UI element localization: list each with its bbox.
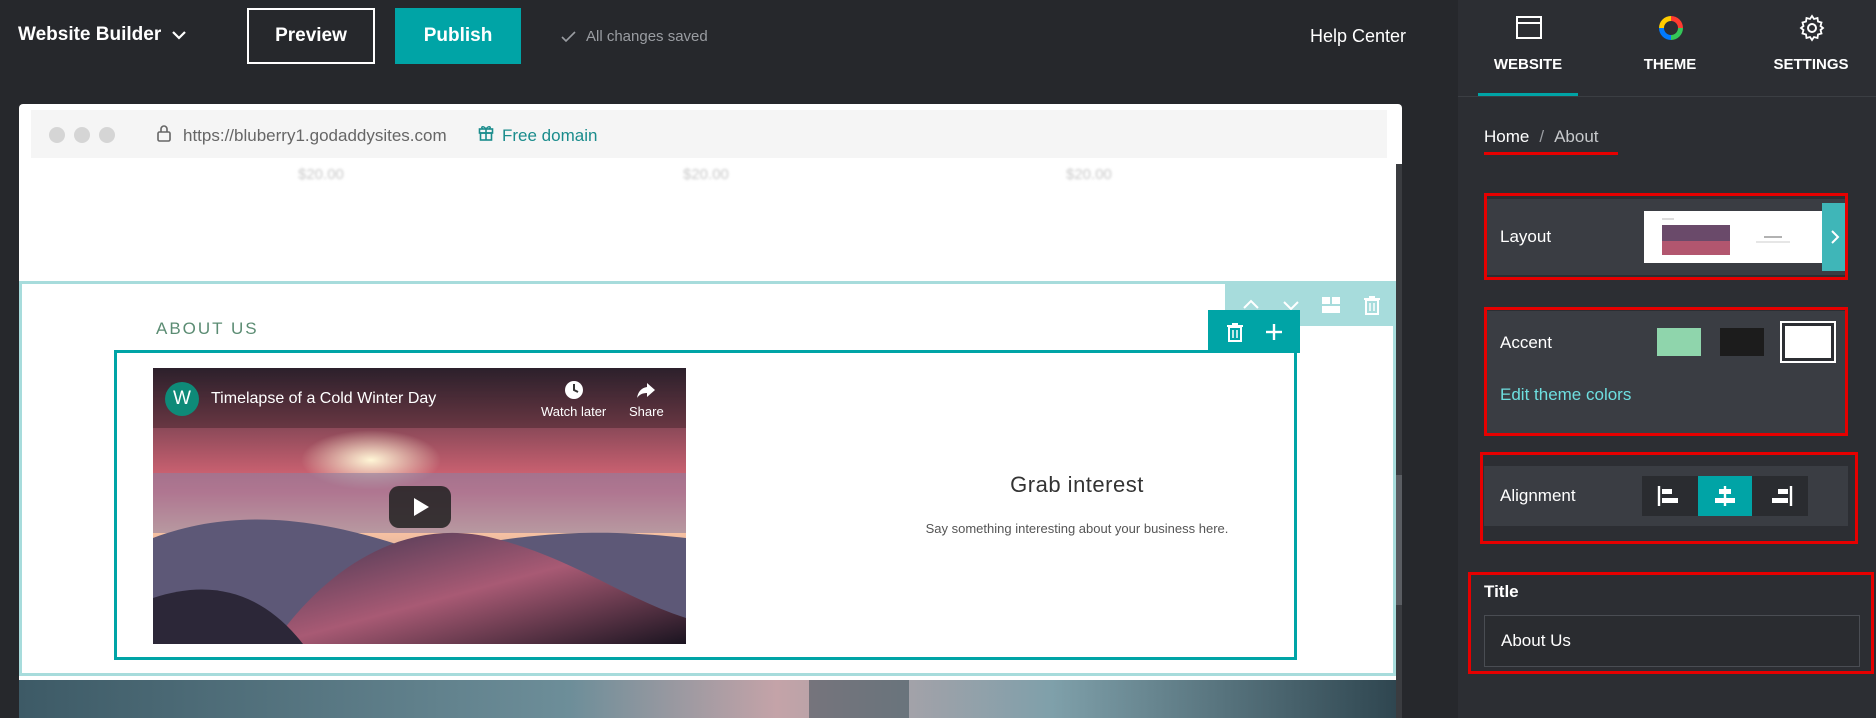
checkmark-icon bbox=[561, 30, 576, 42]
lock-icon bbox=[157, 125, 171, 142]
video-title[interactable]: Timelapse of a Cold Winter Day bbox=[211, 390, 436, 408]
window-dot-icon bbox=[74, 127, 90, 143]
product-price: $20.00 bbox=[683, 166, 729, 183]
product-price: $20.00 bbox=[298, 166, 344, 183]
tab-theme-label: THEME bbox=[1643, 56, 1697, 73]
tab-website-label: WEBSITE bbox=[1493, 56, 1563, 73]
breadcrumb-home[interactable]: Home bbox=[1484, 127, 1529, 147]
brand-menu[interactable]: Website Builder bbox=[18, 24, 187, 46]
gift-icon bbox=[478, 126, 494, 141]
tab-theme[interactable]: THEME bbox=[1615, 0, 1725, 97]
site-url: https://bluberry1.godaddysites.com bbox=[183, 126, 447, 145]
share-button[interactable]: Share bbox=[629, 380, 664, 419]
plus-icon[interactable] bbox=[1263, 321, 1285, 343]
play-button-icon[interactable] bbox=[389, 486, 451, 528]
free-domain-link[interactable]: Free domain bbox=[502, 126, 597, 146]
browser-chrome: https://bluberry1.godaddysites.com Free … bbox=[19, 104, 1402, 164]
alignment-highlight bbox=[1480, 452, 1858, 544]
block-toolbar bbox=[1208, 310, 1300, 353]
section-heading: ABOUT US bbox=[156, 319, 259, 338]
active-tab-indicator bbox=[1478, 93, 1578, 96]
brand-label: Website Builder bbox=[18, 24, 162, 45]
layout-grid-icon[interactable] bbox=[1320, 294, 1342, 316]
block-body-text[interactable]: Say something interesting about your bus… bbox=[827, 521, 1327, 536]
website-builder-app: Website Builder Preview Publish All chan… bbox=[0, 0, 1876, 718]
product-price: $20.00 bbox=[1066, 166, 1112, 183]
publish-button[interactable]: Publish bbox=[395, 8, 521, 64]
tab-settings-label: SETTINGS bbox=[1773, 56, 1849, 73]
watch-later-button[interactable]: Watch later bbox=[541, 380, 606, 419]
breadcrumb-separator: / bbox=[1539, 127, 1545, 146]
tab-website[interactable]: WEBSITE bbox=[1473, 0, 1583, 97]
window-dot-icon bbox=[99, 127, 115, 143]
chevron-down-icon bbox=[172, 31, 187, 40]
clock-icon bbox=[564, 381, 583, 399]
layout-highlight bbox=[1484, 193, 1848, 280]
settings-panel: WEBSITE THEME SETTINGS Home / About Layo… bbox=[1458, 0, 1876, 718]
video-embed[interactable]: W Timelapse of a Cold Winter Day Watch l… bbox=[153, 368, 686, 644]
watch-later-label: Watch later bbox=[541, 404, 607, 419]
canvas-scrollbar-thumb[interactable] bbox=[1396, 475, 1402, 605]
help-center-link[interactable]: Help Center bbox=[1310, 26, 1406, 47]
browser-icon bbox=[1516, 16, 1542, 39]
share-arrow-icon bbox=[637, 383, 656, 398]
panel-tabs: WEBSITE THEME SETTINGS bbox=[1458, 0, 1876, 97]
window-dot-icon bbox=[49, 127, 65, 143]
block-headline[interactable]: Grab interest bbox=[927, 472, 1227, 498]
share-label: Share bbox=[629, 404, 664, 419]
save-status-label: All changes saved bbox=[586, 28, 708, 45]
breadcrumb-highlight bbox=[1484, 152, 1618, 155]
trash-icon[interactable] bbox=[1361, 294, 1383, 316]
accent-highlight bbox=[1484, 307, 1848, 436]
page-preview: $20.00 $20.00 $20.00 ABOUT US W Timelaps… bbox=[19, 164, 1396, 718]
breadcrumb-current: About bbox=[1554, 127, 1599, 146]
canvas-scrollbar[interactable] bbox=[1396, 164, 1402, 718]
preview-button[interactable]: Preview bbox=[247, 8, 375, 64]
video-title-row: W Timelapse of a Cold Winter Day bbox=[165, 382, 436, 416]
title-highlight bbox=[1468, 572, 1874, 674]
color-wheel-icon bbox=[1659, 16, 1683, 40]
channel-avatar[interactable]: W bbox=[165, 382, 199, 416]
save-status: All changes saved bbox=[561, 28, 708, 45]
gear-icon bbox=[1799, 14, 1825, 42]
top-bar: Website Builder Preview Publish All chan… bbox=[0, 0, 1458, 72]
address-bar: https://bluberry1.godaddysites.com Free … bbox=[31, 110, 1387, 158]
breadcrumb: Home / About bbox=[1484, 127, 1599, 147]
tab-settings[interactable]: SETTINGS bbox=[1756, 0, 1866, 97]
next-section-image bbox=[19, 680, 1396, 718]
trash-icon[interactable] bbox=[1224, 321, 1246, 343]
